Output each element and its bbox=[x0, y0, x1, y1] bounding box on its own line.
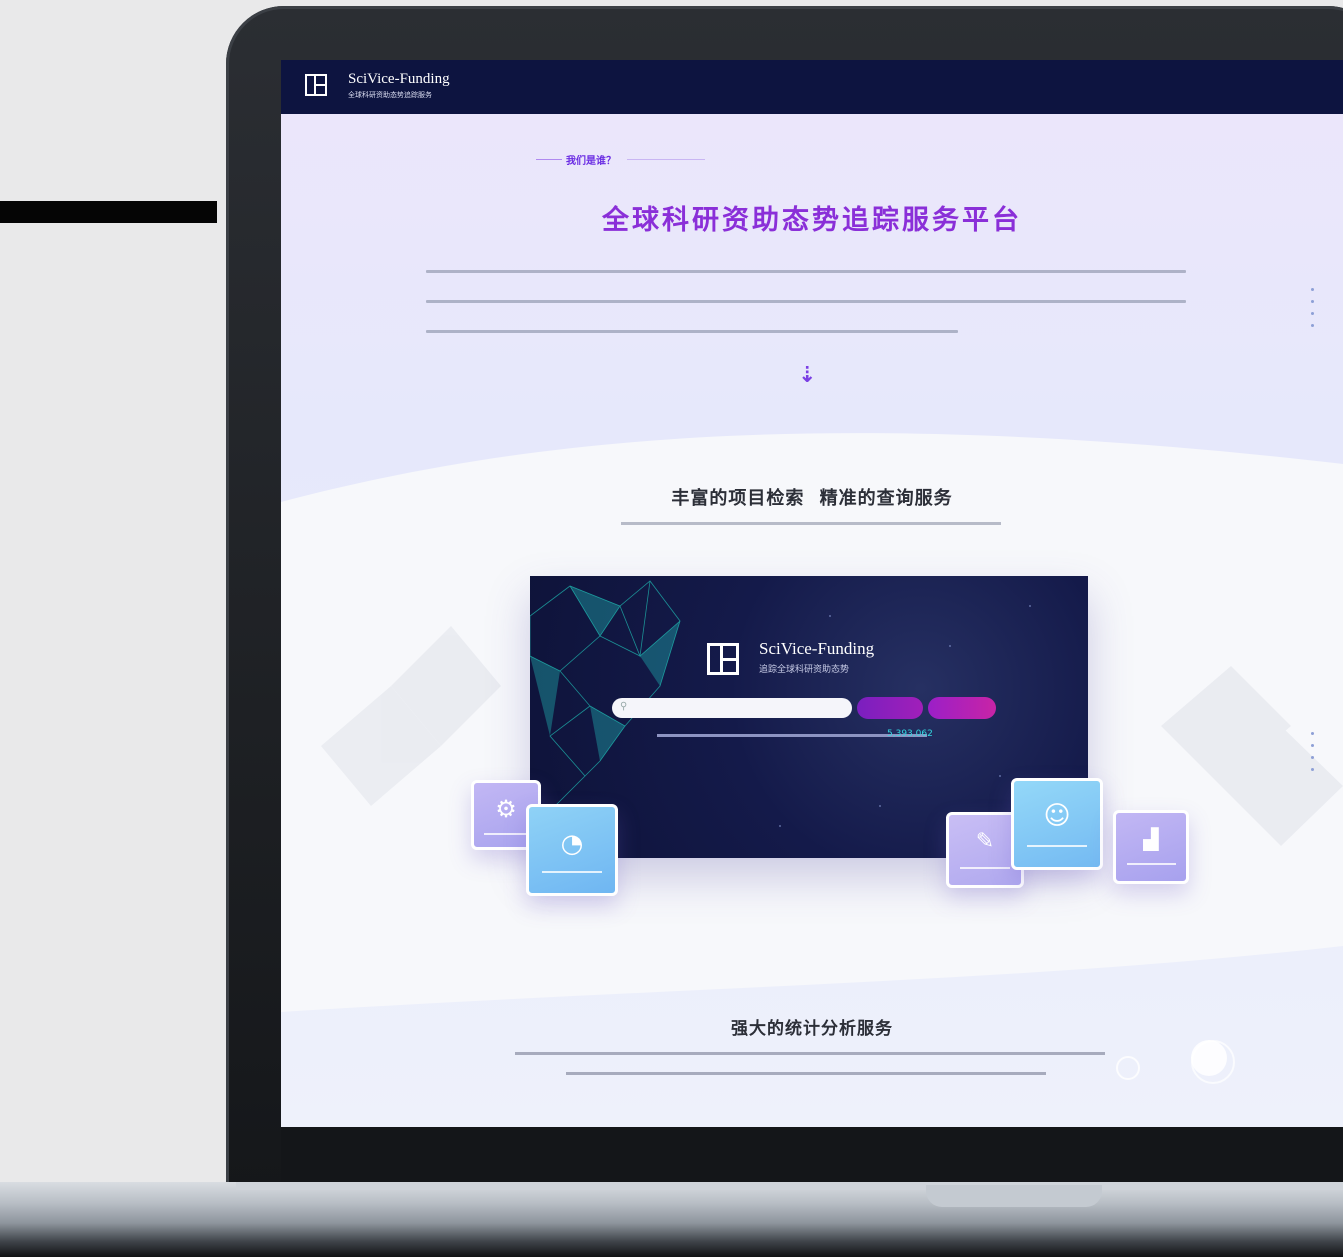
tile-label bbox=[1126, 863, 1176, 865]
nav-dot[interactable] bbox=[1311, 324, 1314, 327]
feature-tile-business[interactable]: ◔ bbox=[526, 804, 618, 896]
dot-navigation-lower[interactable] bbox=[1311, 732, 1316, 780]
nav-dot[interactable] bbox=[1311, 300, 1314, 303]
app-logo-icon bbox=[707, 643, 739, 675]
laptop-base-lip bbox=[236, 1182, 1343, 1190]
app-advanced-search-button[interactable] bbox=[928, 697, 996, 719]
description-line bbox=[426, 270, 1186, 273]
brand-name[interactable]: SciVice-Funding bbox=[348, 72, 450, 87]
section2-title: 强大的统计分析服务 bbox=[731, 1019, 893, 1039]
decor-bubble bbox=[1191, 1040, 1227, 1076]
hero-description bbox=[426, 270, 1186, 360]
logo-icon[interactable] bbox=[305, 74, 327, 96]
nav-dot[interactable] bbox=[1311, 312, 1314, 315]
app-search-input[interactable]: ⚲ bbox=[612, 698, 852, 718]
brain-icon: ☺ bbox=[1043, 801, 1071, 831]
laptop-hinge-notch bbox=[926, 1185, 1102, 1207]
section2-description-line bbox=[515, 1052, 1105, 1055]
section-subtitle bbox=[621, 522, 1001, 525]
pie-icon: ◔ bbox=[560, 829, 584, 859]
description-line bbox=[426, 330, 958, 333]
nav-dot[interactable] bbox=[1311, 768, 1314, 771]
section-title: 丰富的项目检索 精准的查询服务 bbox=[671, 488, 953, 509]
bar-chart-icon: ▟ bbox=[1143, 827, 1159, 851]
brand-subtitle: 全球科研资助态势追踪服务 bbox=[348, 91, 432, 99]
left-black-bar bbox=[0, 201, 217, 223]
arrow-down-icon[interactable]: ⇣ bbox=[798, 363, 816, 388]
feature-tile-intelligence[interactable]: ☺ bbox=[1011, 778, 1103, 870]
screen-bottom-bezel bbox=[281, 1127, 1343, 1182]
laptop-base bbox=[0, 1182, 1343, 1257]
tile-label bbox=[959, 867, 1011, 869]
app-brand-name: SciVice-Funding bbox=[759, 639, 875, 658]
app-search-button[interactable] bbox=[857, 697, 923, 719]
feature-tile-analytics[interactable]: ▟ bbox=[1113, 810, 1189, 884]
tag-divider-right bbox=[627, 159, 705, 160]
tag-divider-left bbox=[536, 159, 562, 160]
tile-label bbox=[541, 871, 603, 873]
hero-tag: 我们是谁？ bbox=[566, 156, 616, 167]
laptop-screen: SciVice-Funding 全球科研资助态势追踪服务 我们是谁？ 全球科研资… bbox=[281, 60, 1343, 1127]
nav-dot[interactable] bbox=[1311, 732, 1314, 735]
tile-label bbox=[483, 833, 529, 835]
hero-title: 全球科研资助态势追踪服务平台 bbox=[602, 205, 1022, 236]
nav-dot[interactable] bbox=[1311, 756, 1314, 759]
tile-label bbox=[1026, 845, 1088, 847]
app-stats-count: 5,393,062 bbox=[887, 729, 933, 739]
dot-navigation[interactable] bbox=[1311, 288, 1316, 336]
description-line bbox=[426, 300, 1186, 303]
nav-dot[interactable] bbox=[1311, 288, 1314, 291]
top-navbar: SciVice-Funding 全球科研资助态势追踪服务 bbox=[281, 60, 1343, 114]
search-icon: ⚲ bbox=[620, 701, 628, 712]
decor-bubble bbox=[1116, 1056, 1140, 1080]
nav-dot[interactable] bbox=[1311, 744, 1314, 747]
app-brand-subtitle: 追踪全球科研资助态势 bbox=[759, 665, 850, 675]
section2-description-line bbox=[566, 1072, 1046, 1075]
